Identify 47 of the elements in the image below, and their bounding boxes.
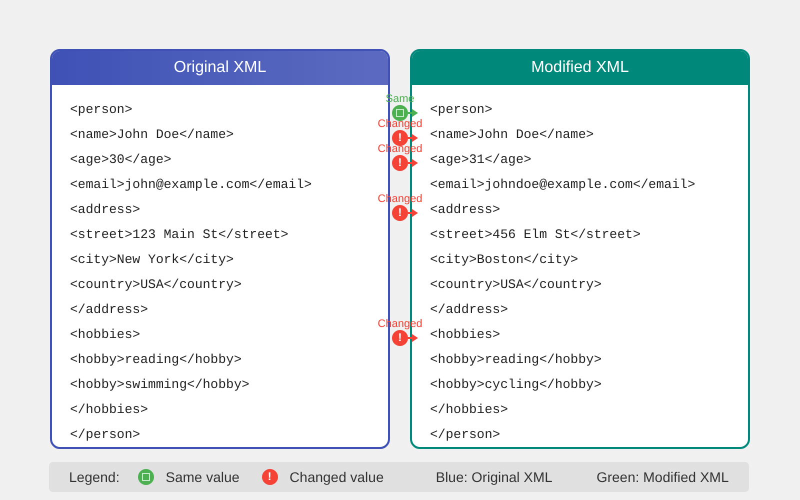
code-line: <hobbies> [430,326,502,344]
legend-text: Blue: Original XML [436,468,552,487]
changed-icon: ! [262,469,278,485]
code-line: <street>456 Elm St</street> [430,226,642,244]
code-line: <name>John Doe</name> [70,126,235,144]
code-line: </hobbies> [430,401,510,419]
code-line: <person> [70,101,134,119]
code-line: <hobby>reading</hobby> [70,351,243,369]
changed-icon: ! [392,330,408,346]
code-line: <city>Boston</city> [430,251,580,269]
code-line: <hobby>cycling</hobby> [430,376,603,394]
code-line: <age>31</age> [430,151,532,169]
code-line: <address> [430,201,502,219]
panel-title: Modified XML [412,51,748,85]
code-line: </person> [70,426,142,444]
code-line: <street>123 Main St</street> [70,226,290,244]
code-line: <name>John Doe</name> [430,126,595,144]
code-line: <country>USA</country> [70,276,243,294]
arrow-icon [408,134,418,142]
arrow-icon [408,209,418,217]
arrow-icon [408,159,418,167]
code-line: </hobbies> [70,401,150,419]
code-line: <email>johndoe@example.com</email> [430,176,696,194]
code-line: <hobby>reading</hobby> [430,351,603,369]
same-icon [138,469,154,485]
arrow-icon [408,109,418,117]
legend-text: Changed value [290,468,384,487]
arrow-icon [408,334,418,342]
code-line: <country>USA</country> [430,276,603,294]
changed-icon: ! [392,205,408,221]
legend-label: Legend: [69,468,120,487]
code-line: </address> [430,301,510,319]
legend-text: Green: Modified XML [596,468,729,486]
changed-icon: ! [392,130,408,146]
code-line: <hobby>swimming</hobby> [70,376,250,394]
code-line: <age>30</age> [70,151,172,169]
panel-title: Original XML [52,51,388,85]
same-icon [392,105,408,121]
code-line: </address> [70,301,150,319]
code-line: <address> [70,201,142,219]
code-line: <person> [430,101,494,119]
legend-text: Same value [166,468,240,486]
code-line: <email>john@example.com</email> [70,176,313,194]
code-line: <city>New York</city> [70,251,235,269]
code-line: <hobbies> [70,326,142,344]
changed-icon: ! [392,155,408,171]
code-line: </person> [430,426,502,444]
